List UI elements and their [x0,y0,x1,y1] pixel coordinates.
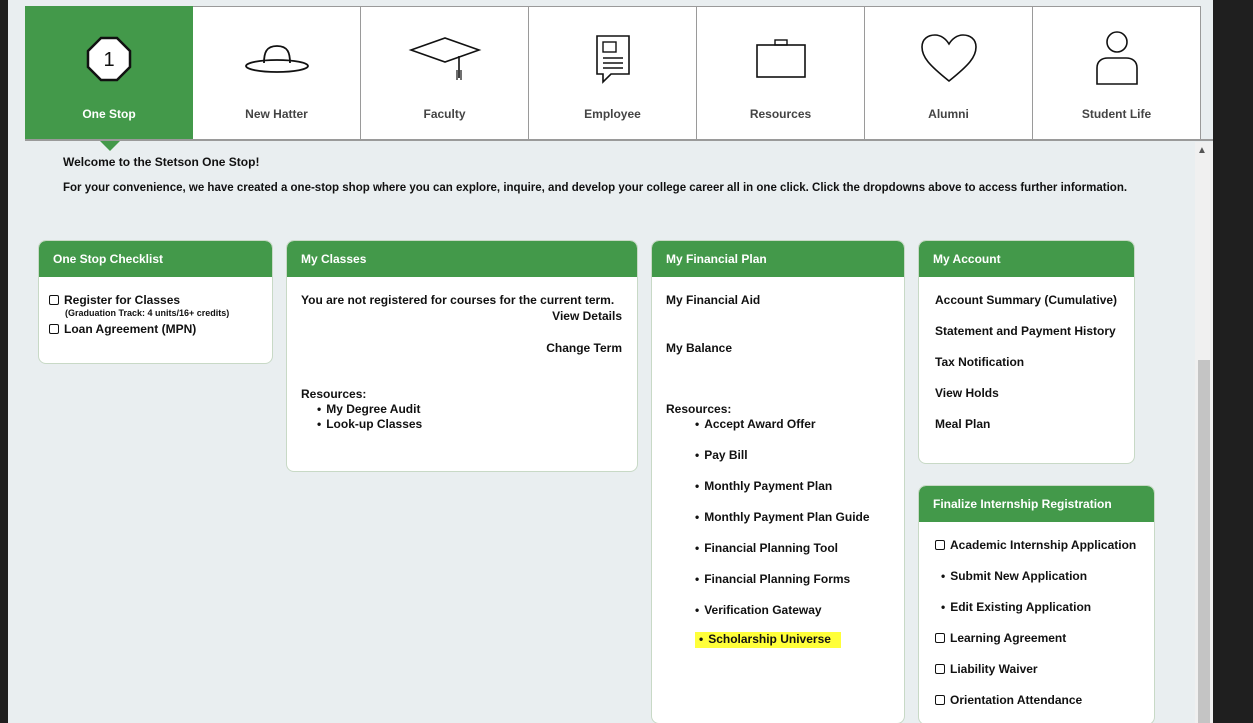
welcome-title: Welcome to the Stetson One Stop! [63,155,260,169]
planning-tool-link[interactable]: Financial Planning Tool [695,541,838,555]
hat-icon [242,29,312,89]
balance-link[interactable]: My Balance [666,341,732,355]
panel-title: My Classes [287,241,637,277]
internship-application-label: Academic Internship Application [950,538,1137,552]
internship-item-label: Orientation Attendance [950,693,1083,707]
page-frame: 1 One Stop New Hatter Faculty Employee R… [8,0,1213,723]
panel-title: One Stop Checklist [39,241,272,277]
internship-item-label: Learning Agreement [950,631,1067,645]
account-summary-link[interactable]: Account Summary (Cumulative) [935,293,1117,307]
checkbox-icon [935,540,945,550]
checkbox-icon [49,324,59,334]
submit-application-link[interactable]: Submit New Application [941,569,1087,583]
scrollbar-thumb[interactable] [1198,360,1210,723]
nav-label: Student Life [1081,107,1152,121]
accept-award-link[interactable]: Accept Award Offer [695,417,815,431]
nav-label: Alumni [928,107,969,121]
degree-audit-link[interactable]: My Degree Audit [317,402,420,416]
checkbox-icon [935,695,945,705]
nav-tile-student-life[interactable]: Student Life [1033,6,1201,140]
checklist-item-register[interactable]: Register for Classes [49,293,180,307]
nav-tile-employee[interactable]: Employee [529,6,697,140]
change-term-link[interactable]: Change Term [546,341,622,355]
nav-label: Faculty [423,107,466,121]
person-icon [1092,29,1142,89]
classes-message: You are not registered for courses for t… [301,293,615,307]
panel-title: Finalize Internship Registration [919,486,1154,522]
planning-forms-link[interactable]: Financial Planning Forms [695,572,850,586]
nav-tile-new-hatter[interactable]: New Hatter [193,6,361,140]
scroll-up-arrow-icon[interactable]: ▲ [1197,145,1207,156]
statement-history-link[interactable]: Statement and Payment History [935,324,1116,338]
nav-tile-alumni[interactable]: Alumni [865,6,1033,140]
nav-divider [25,139,1213,141]
nav-tile-faculty[interactable]: Faculty [361,6,529,140]
panel-title: My Account [919,241,1134,277]
window-right-edge [1213,0,1253,723]
nav-label: Resources [749,107,812,121]
monthly-plan-link[interactable]: Monthly Payment Plan [695,479,832,493]
nav-label: One Stop [82,107,136,121]
meal-plan-link[interactable]: Meal Plan [935,417,990,431]
panel-title: My Financial Plan [652,241,904,277]
account-panel: My Account Account Summary (Cumulative) … [918,240,1135,464]
nav-label: Employee [584,107,641,121]
checklist-panel: One Stop Checklist Register for Classes … [38,240,273,364]
edit-application-link[interactable]: Edit Existing Application [941,600,1091,614]
monthly-plan-guide-link[interactable]: Monthly Payment Plan Guide [695,510,869,524]
internship-panel: Finalize Internship Registration Academi… [918,485,1155,723]
internship-item-label: Liability Waiver [950,662,1038,676]
octagon-number-text: 1 [103,49,114,71]
financial-aid-link[interactable]: My Financial Aid [666,293,760,307]
octagon-number-icon: 1 [86,29,132,89]
briefcase-icon [753,29,809,89]
top-nav: 1 One Stop New Hatter Faculty Employee R… [25,6,1201,151]
welcome-text: For your convenience, we have created a … [63,182,1128,194]
view-holds-link[interactable]: View Holds [935,386,999,400]
orientation-attendance-item[interactable]: Orientation Attendance [935,693,1082,707]
verification-gateway-link[interactable]: Verification Gateway [695,603,821,617]
resources-label: Resources: [301,387,367,401]
nav-tile-one-stop[interactable]: 1 One Stop [25,6,193,151]
resources-label: Resources: [666,402,732,416]
checklist-label: Loan Agreement (MPN) [64,322,197,336]
checklist-item-loan[interactable]: Loan Agreement (MPN) [49,322,196,336]
internship-application-item[interactable]: Academic Internship Application [935,538,1136,552]
document-icon [593,29,633,89]
graduation-cap-icon [407,29,483,89]
checkbox-icon [935,633,945,643]
view-details-link[interactable]: View Details [552,309,622,323]
scholarship-universe-link[interactable]: Scholarship Universe [695,632,841,648]
checklist-label: Register for Classes [64,293,181,307]
lookup-classes-link[interactable]: Look-up Classes [317,417,422,431]
heart-icon [919,29,979,89]
pay-bill-link[interactable]: Pay Bill [695,448,747,462]
nav-label: New Hatter [245,107,308,121]
window-left-edge [0,0,8,723]
tax-notification-link[interactable]: Tax Notification [935,355,1024,369]
nav-tile-resources[interactable]: Resources [697,6,865,140]
liability-waiver-item[interactable]: Liability Waiver [935,662,1038,676]
classes-panel: My Classes You are not registered for co… [286,240,638,472]
financial-panel: My Financial Plan My Financial Aid My Ba… [651,240,905,723]
checkbox-icon [49,295,59,305]
checkbox-icon [935,664,945,674]
checklist-sub: (Graduation Track: 4 units/16+ credits) [65,308,230,318]
learning-agreement-item[interactable]: Learning Agreement [935,631,1066,645]
